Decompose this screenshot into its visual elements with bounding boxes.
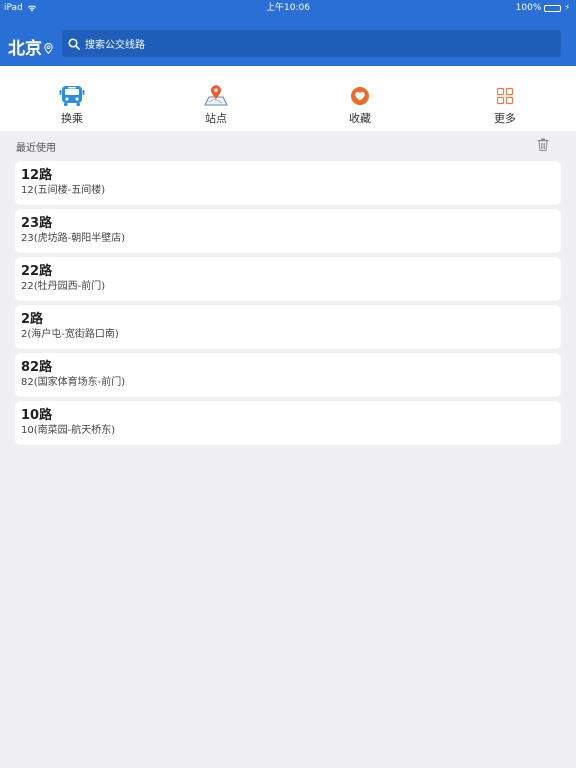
- list-item[interactable]: 22路 22(牡丹园西-前门): [15, 257, 561, 301]
- toolbar-item-favorites[interactable]: 收藏: [320, 84, 400, 126]
- route-name: 2路: [21, 312, 44, 327]
- recent-list: 12路 12(五间楼-五间楼) 23路 23(虎坊路-朝阳半壁店) 22路 22…: [15, 161, 561, 449]
- toolbar-item-more[interactable]: 更多: [465, 84, 545, 126]
- toolbar-label: 换乘: [61, 112, 83, 125]
- route-description: 10(南菜园-航天桥东): [21, 425, 116, 436]
- list-item[interactable]: 2路 2(海户屯-宽街路口南): [15, 305, 561, 349]
- route-name: 10路: [21, 408, 53, 423]
- bus-icon: [59, 86, 85, 106]
- list-item[interactable]: 12路 12(五间楼-五间楼): [15, 161, 561, 205]
- location-pin-icon: [44, 42, 53, 54]
- city-selector[interactable]: 北京: [8, 34, 53, 59]
- search-icon: [68, 37, 80, 50]
- route-name: 82路: [21, 360, 53, 375]
- nav-bar: 北京 搜索公交线路: [0, 28, 576, 60]
- heart-icon: [351, 87, 369, 105]
- search-input[interactable]: 搜索公交线路: [62, 30, 561, 57]
- list-item[interactable]: 10路 10(南菜园-航天桥东): [15, 401, 561, 445]
- toolbar-item-transfer[interactable]: 换乘: [32, 84, 112, 126]
- grid-icon: [496, 87, 514, 105]
- route-description: 22(牡丹园西-前门): [21, 281, 106, 292]
- route-name: 22路: [21, 264, 53, 279]
- list-item[interactable]: 23路 23(虎坊路-朝阳半壁店): [15, 209, 561, 253]
- function-toolbar: 换乘 站点 收藏 更多: [0, 66, 576, 131]
- toolbar-label: 收藏: [349, 112, 371, 125]
- route-name: 12路: [21, 168, 53, 183]
- city-label: 北京: [8, 39, 42, 59]
- top-bar: iPad 上午10:06 100% ⚡ 北京 搜索公交线路: [0, 0, 576, 66]
- route-description: 82(国家体育场东-前门): [21, 377, 126, 388]
- status-bar: iPad 上午10:06 100% ⚡: [0, 0, 576, 16]
- list-item[interactable]: 82路 82(国家体育场东-前门): [15, 353, 561, 397]
- route-description: 23(虎坊路-朝阳半壁店): [21, 233, 126, 244]
- trash-icon[interactable]: [537, 138, 549, 151]
- route-description: 12(五间楼-五间楼): [21, 185, 106, 196]
- toolbar-label: 更多: [494, 112, 516, 125]
- status-time: 上午10:06: [266, 3, 310, 13]
- battery-icon: [544, 4, 562, 12]
- route-description: 2(海户屯-宽街路口南): [21, 329, 119, 340]
- recent-section-title: 最近使用: [16, 143, 56, 154]
- map-pin-icon: [204, 85, 228, 106]
- battery-percent: 100%: [515, 3, 542, 13]
- toolbar-label: 站点: [205, 112, 227, 125]
- search-placeholder: 搜索公交线路: [85, 40, 145, 51]
- route-name: 23路: [21, 216, 53, 231]
- charging-icon: ⚡: [564, 3, 570, 12]
- toolbar-item-station[interactable]: 站点: [176, 84, 256, 126]
